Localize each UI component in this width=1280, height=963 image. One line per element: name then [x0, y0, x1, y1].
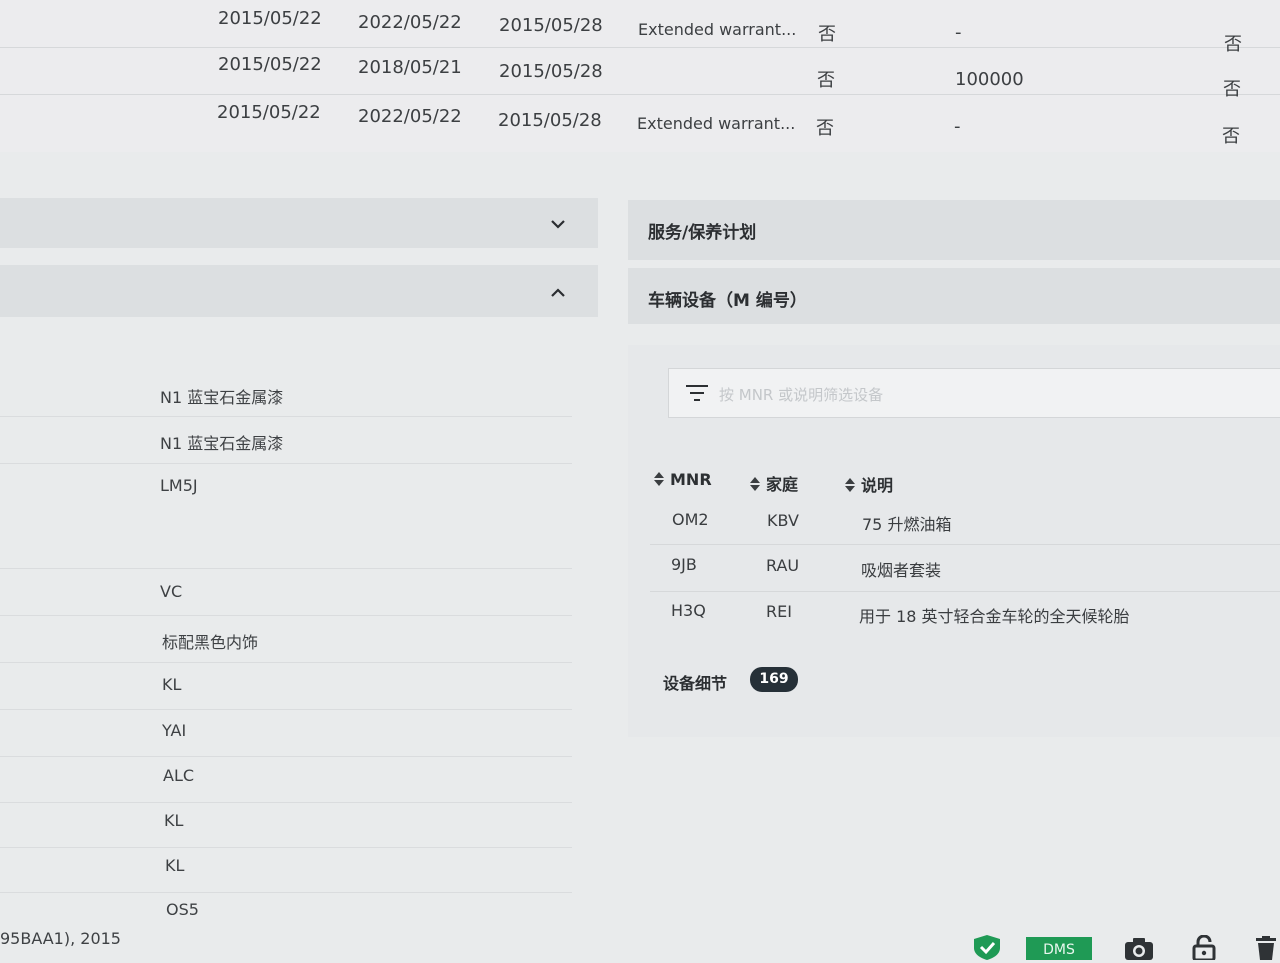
registered-date: 2015/05/28: [498, 110, 602, 131]
list-item: N1 蓝宝石金属漆: [0, 417, 572, 464]
start-date: 2015/05/22: [217, 102, 321, 123]
trash-icon[interactable]: [1254, 936, 1278, 960]
table-row[interactable]: 2015/05/22 2022/05/22 2015/05/28 Extende…: [0, 94, 1280, 147]
column-header-mnr[interactable]: MNR: [654, 470, 712, 489]
end-date: 2022/05/22: [358, 106, 462, 127]
service-plan-header[interactable]: 服务/保养计划: [628, 200, 1280, 260]
description-cell: 用于 18 英寸轻合金车轮的全天候轮胎: [859, 607, 1130, 626]
end-date: 2022/05/22: [358, 12, 462, 33]
filter-bar[interactable]: 按 MNR 或说明筛选设备: [668, 368, 1280, 418]
list-item: YAI: [0, 710, 572, 757]
registered-date: 2015/05/28: [499, 15, 603, 36]
sort-icon: [845, 478, 855, 492]
start-date: 2015/05/22: [218, 8, 322, 29]
equipment-count-badge: 169: [750, 667, 798, 692]
service-plan-toggle[interactable]: [0, 198, 598, 248]
list-item: LM5J: [0, 464, 572, 569]
flag-1: 否: [817, 70, 835, 91]
start-date: 2015/05/22: [218, 54, 322, 75]
list-item: N1 蓝宝石金属漆: [0, 370, 572, 417]
mnr-cell: OM2: [672, 510, 709, 529]
vehicle-summary-text: 95BAA1), 2015: [0, 929, 121, 948]
sort-icon: [654, 472, 664, 486]
mileage: -: [955, 22, 962, 43]
vehicle-options-list: N1 蓝宝石金属漆 N1 蓝宝石金属漆 LM5J VC 标配黑色内饰 KL YA…: [0, 370, 572, 930]
list-item: KL: [0, 801, 572, 848]
mnr-cell: H3Q: [671, 601, 706, 620]
flag-1: 否: [816, 118, 834, 139]
dms-button[interactable]: DMS: [1026, 937, 1092, 960]
vehicle-equipment-toggle[interactable]: [0, 265, 598, 317]
mnr-cell: 9JB: [671, 555, 697, 574]
service-plan-title: 服务/保养计划: [648, 223, 757, 243]
family-cell: KBV: [767, 511, 799, 530]
end-date: 2018/05/21: [358, 57, 462, 78]
mileage: -: [954, 116, 961, 137]
list-item: KL: [0, 663, 572, 710]
filter-icon[interactable]: [685, 383, 709, 403]
list-item: KL: [0, 846, 572, 893]
family-cell: RAU: [766, 556, 800, 575]
flag-1: 否: [818, 24, 836, 45]
list-item: 标配黑色内饰: [0, 616, 572, 663]
chevron-up-icon: [551, 288, 565, 297]
vehicle-equipment-header[interactable]: 车辆设备（M 编号）: [628, 268, 1280, 324]
warranty-type: Extended warrant...: [637, 114, 796, 133]
column-header-family[interactable]: 家庭: [750, 471, 798, 495]
family-cell: REI: [766, 602, 792, 621]
table-row[interactable]: 9JB RAU 吸烟者套装: [650, 545, 1280, 592]
description-cell: 75 升燃油箱: [862, 515, 952, 534]
chevron-down-icon: [551, 220, 565, 229]
sort-icon: [750, 477, 760, 491]
camera-icon[interactable]: [1124, 937, 1154, 960]
filter-input[interactable]: 按 MNR 或说明筛选设备: [719, 384, 883, 405]
table-row[interactable]: 2015/05/22 2018/05/21 2015/05/28 否 10000…: [0, 47, 1280, 100]
table-row[interactable]: H3Q REI 用于 18 英寸轻合金车轮的全天候轮胎: [650, 592, 1280, 638]
table-row[interactable]: 2015/05/22 2022/05/22 2015/05/28 Extende…: [0, 0, 1280, 55]
registered-date: 2015/05/28: [499, 61, 603, 82]
shield-check-icon[interactable]: [972, 934, 1002, 960]
warranty-type: Extended warrant...: [638, 20, 797, 39]
flag-2: 否: [1222, 126, 1240, 147]
table-row[interactable]: OM2 KBV 75 升燃油箱: [650, 498, 1280, 545]
equipment-details-label[interactable]: 设备细节: [663, 670, 727, 694]
warranty-table: 2015/05/22 2022/05/22 2015/05/28 Extende…: [0, 0, 1280, 152]
description-cell: 吸烟者套装: [861, 561, 942, 580]
list-item: VC: [0, 569, 572, 616]
mileage: 100000: [955, 69, 1024, 90]
column-header-description[interactable]: 说明: [845, 472, 893, 496]
vehicle-equipment-title: 车辆设备（M 编号）: [648, 291, 807, 311]
lock-icon[interactable]: [1191, 935, 1217, 960]
list-item: ALC: [0, 756, 572, 803]
